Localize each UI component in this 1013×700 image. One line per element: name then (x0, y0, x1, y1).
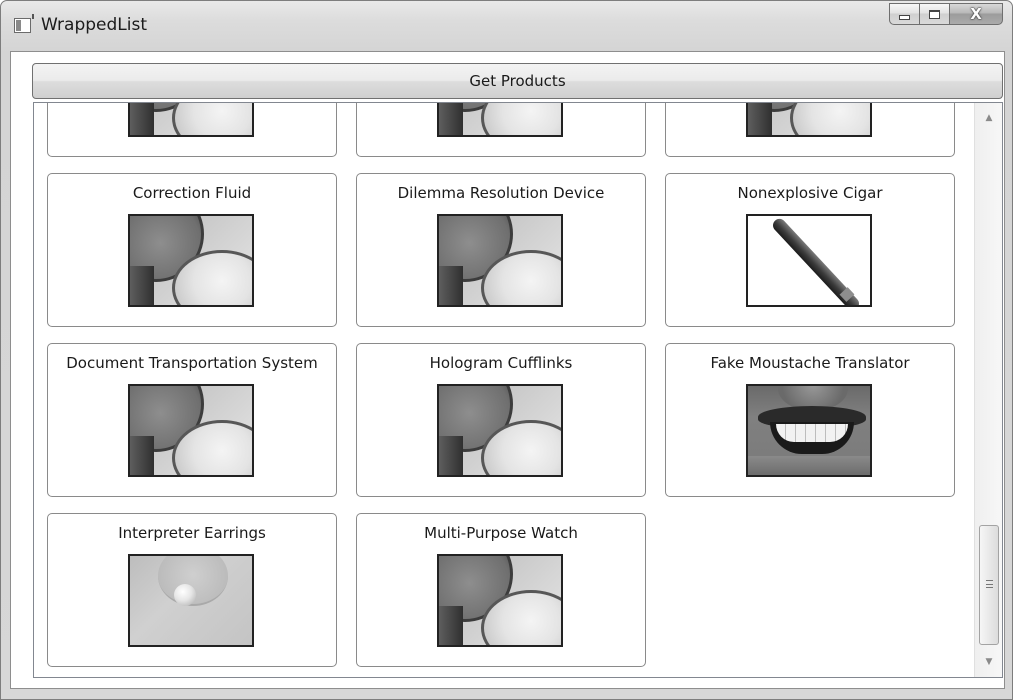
get-products-button[interactable]: Get Products (32, 63, 1003, 99)
minimize-icon (899, 14, 910, 20)
product-name: Hologram Cufflinks (429, 354, 573, 372)
maximize-icon (929, 9, 940, 19)
window-title: WrappedList (41, 15, 148, 35)
app-icon[interactable] (14, 14, 34, 33)
product-card[interactable]: Nonexplosive Cigar (665, 173, 955, 327)
ear-earring-image (128, 554, 254, 647)
product-card[interactable]: Interpreter Earrings (47, 513, 337, 667)
product-card[interactable]: Correction Fluid (47, 173, 337, 327)
product-card[interactable] (356, 103, 646, 157)
compact-mirror-image (746, 103, 872, 137)
title-bar[interactable]: WrappedList X (1, 1, 1012, 51)
scrollbar-thumb[interactable] (979, 525, 999, 645)
vertical-scrollbar[interactable]: ▲ ▼ (974, 103, 1002, 677)
product-card[interactable]: Multi-Purpose Watch (356, 513, 646, 667)
compact-mirror-image (437, 554, 563, 647)
app-window: WrappedList X Get Products Correction Fl… (0, 0, 1013, 700)
product-card[interactable]: Document Transportation System (47, 343, 337, 497)
product-card[interactable] (47, 103, 337, 157)
maximize-button[interactable] (919, 3, 949, 25)
close-icon: X (970, 4, 982, 23)
minimize-button[interactable] (889, 3, 919, 25)
product-name: Fake Moustache Translator (710, 354, 910, 372)
compact-mirror-image (128, 384, 254, 477)
products-viewport: Correction Fluid Dilemma Resolution Devi… (34, 103, 974, 677)
compact-mirror-image (128, 214, 254, 307)
product-card[interactable]: Dilemma Resolution Device (356, 173, 646, 327)
product-card[interactable] (665, 103, 955, 157)
close-button[interactable]: X (949, 3, 1003, 25)
window-controls: X (889, 3, 1003, 25)
compact-mirror-image (437, 103, 563, 137)
cigar-image (746, 214, 872, 307)
client-area: Get Products Correction Fluid Dilemma Re… (10, 51, 1005, 689)
grip-icon (986, 580, 993, 588)
product-card[interactable]: Fake Moustache Translator (665, 343, 955, 497)
product-card[interactable]: Hologram Cufflinks (356, 343, 646, 497)
product-name: Multi-Purpose Watch (424, 524, 578, 542)
scroll-down-arrow-icon[interactable]: ▼ (975, 651, 1002, 673)
products-listbox[interactable]: Correction Fluid Dilemma Resolution Devi… (33, 102, 1003, 678)
product-name: Document Transportation System (66, 354, 318, 372)
moustache-face-image (746, 384, 872, 477)
product-name: Dilemma Resolution Device (397, 184, 605, 202)
scroll-up-arrow-icon[interactable]: ▲ (975, 107, 1002, 129)
product-name: Nonexplosive Cigar (737, 184, 883, 202)
compact-mirror-image (128, 103, 254, 137)
product-name: Interpreter Earrings (118, 524, 266, 542)
product-name: Correction Fluid (132, 184, 252, 202)
compact-mirror-image (437, 384, 563, 477)
compact-mirror-image (437, 214, 563, 307)
